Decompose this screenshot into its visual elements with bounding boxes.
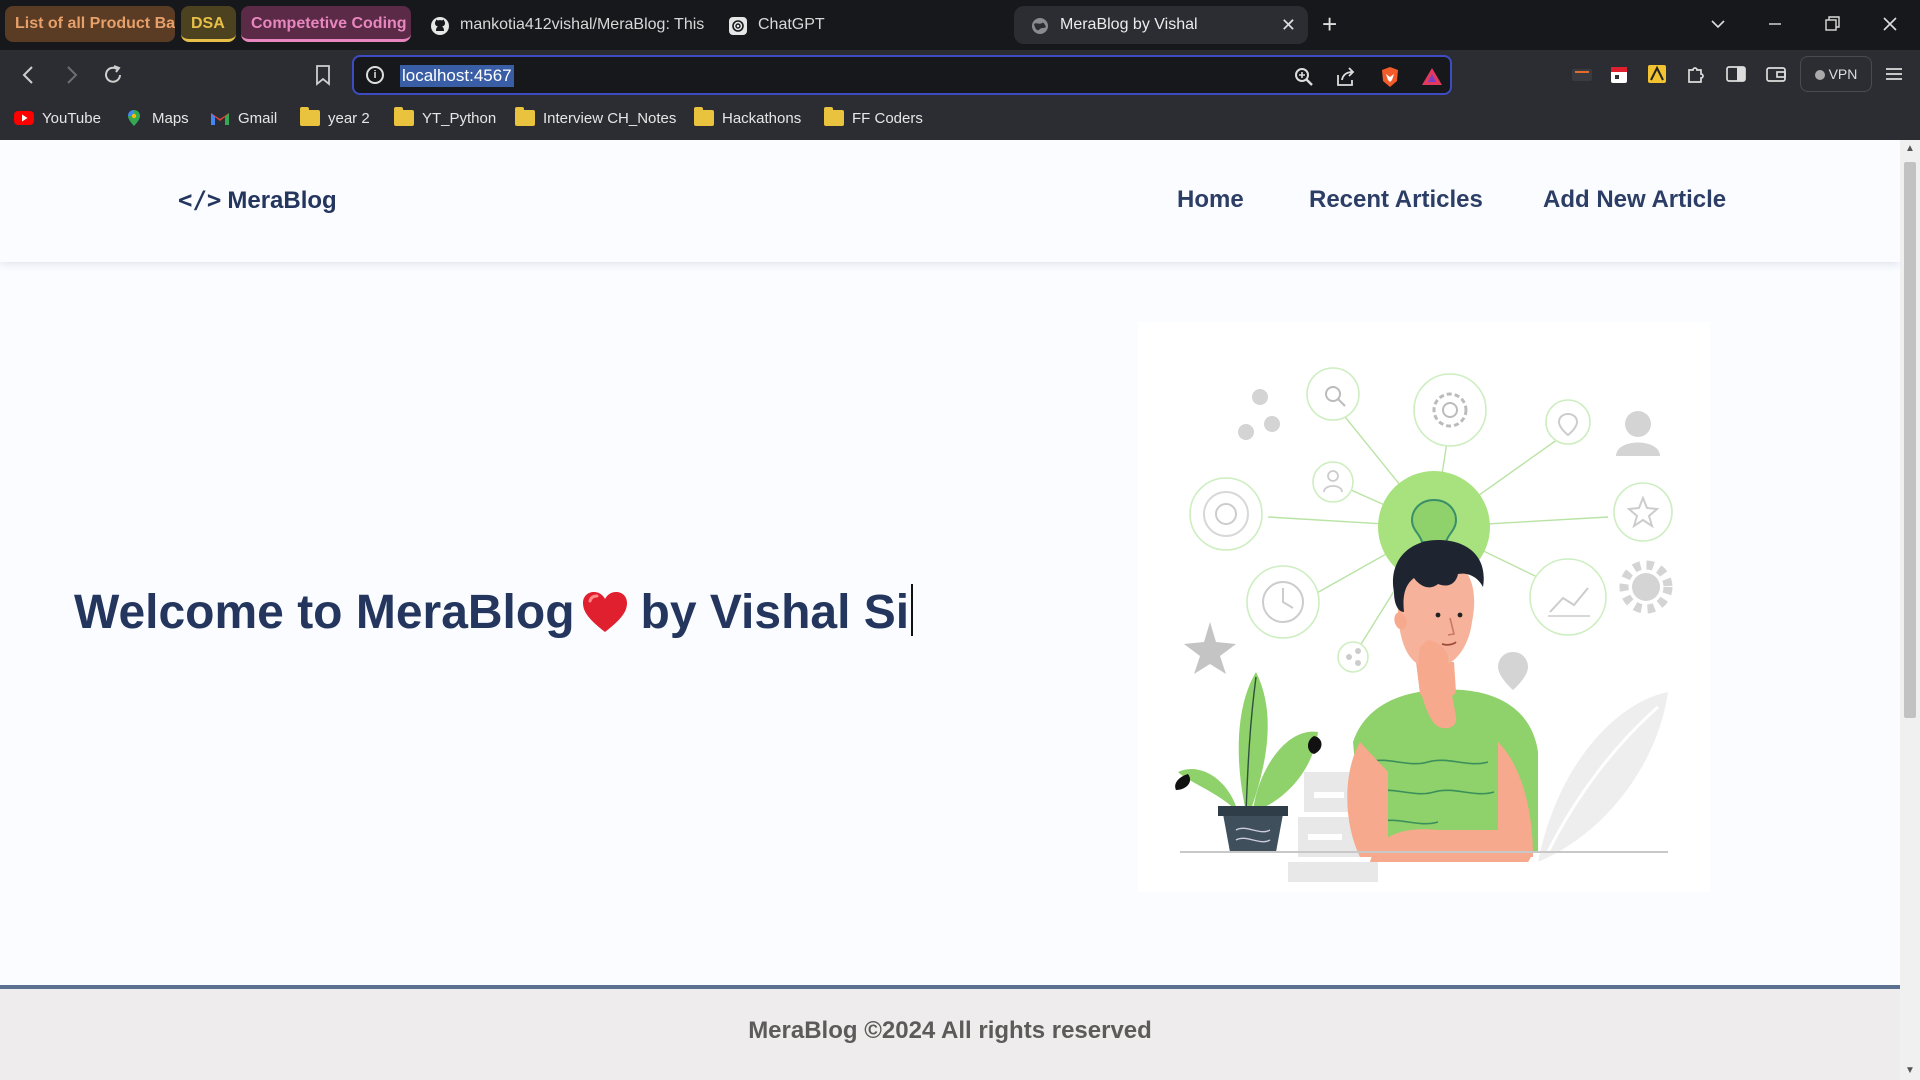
minimize-icon[interactable] — [1765, 14, 1785, 34]
reload-icon[interactable] — [100, 62, 126, 88]
tab-title: ChatGPT — [758, 16, 825, 33]
tab-title: MeraBlog by Vishal — [1060, 16, 1198, 33]
scroll-up-icon[interactable]: ▲ — [1904, 144, 1916, 154]
page-viewport: </> MeraBlog Home Recent Articles Add New… — [0, 140, 1900, 1080]
folder-icon — [300, 107, 320, 126]
extension-calendar-icon[interactable] — [1607, 62, 1631, 86]
vertical-scrollbar[interactable]: ▲ ▼ — [1900, 140, 1920, 1080]
tab-group-dsa[interactable]: DSA — [181, 6, 236, 42]
tab-group-product[interactable]: List of all Product Ba — [5, 6, 175, 42]
folder-icon — [394, 107, 414, 126]
restore-icon[interactable] — [1822, 14, 1842, 34]
bookmark-hackathons[interactable]: Hackathons — [694, 107, 802, 130]
bookmark-maps[interactable]: Maps — [124, 108, 189, 130]
site-info-icon[interactable]: i — [366, 66, 384, 84]
bookmarks-bar — [0, 100, 1920, 140]
tab-merablog[interactable]: MeraBlog by Vishal ✕ — [1014, 6, 1308, 44]
bookmark-label: Maps — [152, 110, 189, 127]
footer-copyright: MeraBlog ©2024 All rights reserved — [748, 1017, 1152, 1044]
vpn-button[interactable]: VPN — [1800, 56, 1872, 92]
sidebar-icon[interactable] — [1724, 62, 1748, 86]
folder-icon — [515, 107, 535, 126]
extension-yellow-icon[interactable] — [1645, 62, 1669, 86]
share-icon[interactable] — [1334, 65, 1358, 89]
bookmark-gmail[interactable]: Gmail — [210, 108, 277, 130]
back-icon[interactable] — [16, 62, 42, 88]
brand-logo[interactable]: </> MeraBlog — [178, 186, 337, 215]
scrollbar-thumb[interactable] — [1904, 162, 1916, 718]
code-icon: </> — [178, 186, 222, 214]
address-bar[interactable]: i localhost:4567 — [352, 55, 1452, 95]
bookmark-youtube[interactable]: YouTube — [14, 108, 101, 130]
bookmark-ff-coders[interactable]: FF Coders — [824, 107, 923, 130]
github-icon — [431, 17, 449, 35]
bookmark-label: Hackathons — [722, 110, 802, 127]
forward-icon[interactable] — [58, 62, 84, 88]
gmail-icon — [211, 113, 229, 125]
tab-title: mankotia412vishal/MeraBlog: This a — [460, 16, 704, 33]
heart-icon — [582, 592, 627, 632]
tab-search-icon[interactable] — [1708, 14, 1728, 34]
chatgpt-icon — [729, 17, 747, 35]
bookmark-label: year 2 — [328, 110, 370, 127]
tab-chatgpt[interactable]: ChatGPT — [712, 6, 1002, 44]
close-tab-icon[interactable]: ✕ — [1281, 6, 1296, 44]
nav-recent-articles[interactable]: Recent Articles — [1309, 186, 1483, 214]
tab-github[interactable]: mankotia412vishal/MeraBlog: This a — [414, 6, 704, 44]
close-window-icon[interactable] — [1880, 14, 1900, 34]
scroll-down-icon[interactable]: ▼ — [1904, 1066, 1916, 1076]
bookmark-label: Gmail — [238, 110, 278, 127]
site-header: </> MeraBlog Home Recent Articles Add New… — [0, 140, 1900, 262]
bookmark-label: YouTube — [42, 110, 101, 127]
new-tab-button[interactable]: + — [1322, 8, 1337, 40]
typing-cursor — [911, 584, 914, 636]
globe-icon — [1032, 18, 1048, 34]
site-footer: MeraBlog ©2024 All rights reserved — [0, 985, 1900, 1080]
bookmark-label: Interview CH_Notes — [543, 110, 677, 127]
extensions-puzzle-icon[interactable] — [1684, 62, 1708, 86]
hero-text-start: Welcome to MeraBlog — [74, 586, 575, 639]
menu-icon[interactable] — [1882, 62, 1906, 86]
folder-icon — [824, 107, 844, 126]
bookmark-year-2[interactable]: year 2 — [300, 107, 370, 130]
address-url[interactable]: localhost:4567 — [400, 65, 514, 87]
tab-group-competitive-coding[interactable]: Competetive Coding — [241, 6, 411, 42]
brave-shields-icon[interactable] — [1378, 65, 1402, 89]
vpn-label: VPN — [1828, 66, 1858, 82]
bookmark-label: YT_Python — [422, 110, 497, 127]
wallet-icon[interactable] — [1764, 62, 1788, 86]
thinking-person-illustration — [1138, 322, 1710, 892]
maps-icon — [128, 110, 140, 126]
brave-rewards-icon[interactable] — [1420, 65, 1444, 89]
extension-media-icon[interactable] — [1570, 62, 1594, 86]
bookmark-interview-ch-notes[interactable]: Interview CH_Notes — [515, 107, 677, 130]
nav-add-new-article[interactable]: Add New Article — [1543, 186, 1726, 214]
bookmark-yt-python[interactable]: YT_Python — [394, 107, 497, 130]
bookmark-label: FF Coders — [852, 110, 923, 127]
hero-title: Welcome to MeraBlog by Vishal Si — [74, 584, 914, 640]
hero-text-end: by Vishal Si — [640, 586, 910, 639]
zoom-icon[interactable] — [1292, 65, 1316, 89]
nav-home[interactable]: Home — [1177, 186, 1244, 214]
vpn-status-icon — [1814, 70, 1825, 80]
youtube-icon — [14, 111, 34, 125]
brand-name: MeraBlog — [227, 187, 337, 214]
bookmark-icon[interactable] — [310, 62, 336, 88]
folder-icon — [694, 107, 714, 126]
